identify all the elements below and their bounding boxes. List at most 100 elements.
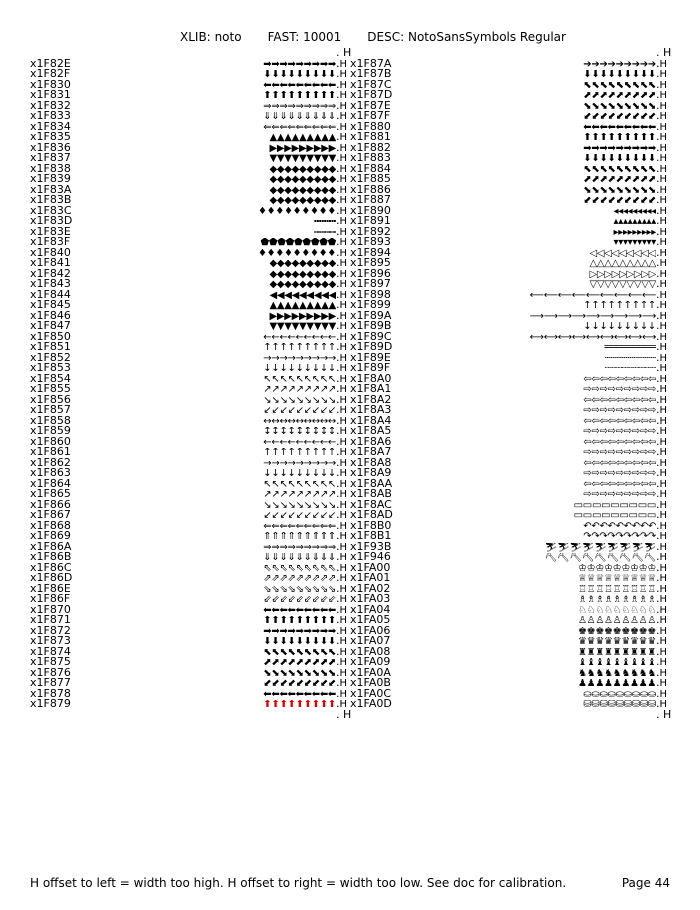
glyph-sample: ⇦⇦⇦⇦⇦⇦⇦⇦⇦: [410, 480, 656, 491]
glyph-sample: ←←←←←←←←←: [90, 333, 336, 344]
glyph-row: x1F83A◆◆◆◆◆◆◆◆◆: [30, 185, 350, 196]
glyph-sample: ⇓⇓⇓⇓⇓⇓⇓⇓⇓: [90, 112, 336, 123]
glyph-row: x1F876⬊⬊⬊⬊⬊⬊⬊⬊⬊: [30, 668, 350, 679]
glyph-sample: ⬝⬝⬝⬝⬝⬝⬝⬝⬝: [90, 217, 336, 228]
glyph-sample: ⟵⟵⟵⟵⟵⟵⟵⟵⟵: [410, 291, 656, 302]
glyph-sample: ◆◆◆◆◆◆◆◆◆: [90, 165, 336, 176]
codepoint: x1FA0D: [350, 699, 410, 710]
glyph-row: x1F8A9⇨⇨⇨⇨⇨⇨⇨⇨⇨: [350, 468, 670, 479]
glyph-sample: ⇑⇑⇑⇑⇑⇑⇑⇑⇑: [90, 532, 336, 543]
glyph-row: x1F87E⬊⬊⬊⬊⬊⬊⬊⬊⬊: [350, 101, 670, 112]
glyph-row: x1F86E⇘⇘⇘⇘⇘⇘⇘⇘⇘: [30, 584, 350, 595]
glyph-sample: ♝♝♝♝♝♝♝♝♝: [410, 658, 656, 669]
glyph-sample: →→→→→→→→→: [90, 354, 336, 365]
glyph-row: x1F83B◆◆◆◆◆◆◆◆◆: [30, 195, 350, 206]
glyph-row: x1F883⬇⬇⬇⬇⬇⬇⬇⬇⬇: [350, 153, 670, 164]
glyph-sample: ⇨⇨⇨⇨⇨⇨⇨⇨⇨: [410, 469, 656, 480]
glyph-row: x1F83E⬞⬞⬞⬞⬞⬞⬞⬞⬞: [30, 227, 350, 238]
xlib-field: XLIB: noto: [180, 30, 242, 44]
glyph-row: x1F885⬈⬈⬈⬈⬈⬈⬈⬈⬈: [350, 174, 670, 185]
glyph-sample: ↙↙↙↙↙↙↙↙↙: [90, 511, 336, 522]
glyph-sample: ▾▾▾▾▾▾▾▾▾: [410, 238, 656, 249]
glyph-sample: ⇦⇦⇦⇦⇦⇦⇦⇦⇦: [410, 396, 656, 407]
glyph-row: x1F831⬆⬆⬆⬆⬆⬆⬆⬆⬆: [30, 90, 350, 101]
glyph-sample: ▼▼▼▼▼▼▼▼▼: [90, 154, 336, 165]
xlib-value: noto: [215, 30, 242, 44]
glyph-row: x1F856↘↘↘↘↘↘↘↘↘: [30, 395, 350, 406]
glyph-sample: ♞♞♞♞♞♞♞♞♞: [410, 669, 656, 680]
glyph-sample: ⬇⬇⬇⬇⬇⬇⬇⬇⬇: [410, 154, 656, 165]
glyph-row: x1F868⇐⇐⇐⇐⇐⇐⇐⇐⇐: [30, 521, 350, 532]
glyph-sample: ↔↔↔↔↔↔↔↔↔: [90, 417, 336, 428]
glyph-sample: ▶▶▶▶▶▶▶▶▶: [90, 144, 336, 155]
glyph-sample: ⬆⬆⬆⬆⬆⬆⬆⬆⬆: [90, 91, 336, 102]
glyph-sample: ▽▽▽▽▽▽▽▽▽: [410, 280, 656, 291]
calibration-mark: . H: [656, 710, 670, 721]
glyph-row: x1F898⟵⟵⟵⟵⟵⟵⟵⟵⟵: [350, 290, 670, 301]
glyph-sample: ↖↖↖↖↖↖↖↖↖: [90, 480, 336, 491]
glyph-sample: ⇖⇖⇖⇖⇖⇖⇖⇖⇖: [90, 564, 336, 575]
glyph-row: x1F86B⇓⇓⇓⇓⇓⇓⇓⇓⇓: [30, 552, 350, 563]
glyph-sample: ⛷⛷⛷⛷⛷⛷⛷⛷⛷: [410, 543, 656, 554]
glyph-row: x1F862→→→→→→→→→: [30, 458, 350, 469]
glyph-sample: ♦♦♦♦♦♦♦♦♦: [90, 249, 336, 260]
glyph-sample: ➡➡➡➡➡➡➡➡➡: [410, 144, 656, 155]
glyph-sample: ⬅⬅⬅⬅⬅⬅⬅⬅⬅: [90, 606, 336, 617]
glyph-sample: ┈┈┈┈┈┈┈┈┈: [410, 364, 656, 375]
glyph-sample: ↑↑↑↑↑↑↑↑↑: [90, 343, 336, 354]
glyph-sample: ↓↓↓↓↓↓↓↓↓: [410, 322, 656, 333]
glyph-row: x1F884⬉⬉⬉⬉⬉⬉⬉⬉⬉: [350, 164, 670, 175]
glyph-row: x1F891▴▴▴▴▴▴▴▴▴: [350, 216, 670, 227]
glyph-sample: ⬆⬆⬆⬆⬆⬆⬆⬆⬆: [90, 616, 336, 627]
fast-field: FAST: 10001: [268, 30, 342, 44]
glyph-sample: ♛♛♛♛♛♛♛♛♛: [410, 637, 656, 648]
glyph-sample: ▼▼▼▼▼▼▼▼▼: [90, 322, 336, 333]
glyph-sample: ▷▷▷▷▷▷▷▷▷: [410, 270, 656, 281]
glyph-row: x1F863↓↓↓↓↓↓↓↓↓: [30, 468, 350, 479]
glyph-row: x1F878⬅⬅⬅⬅⬅⬅⬅⬅⬅: [30, 689, 350, 700]
glyph-sample: ⬉⬉⬉⬉⬉⬉⬉⬉⬉: [90, 648, 336, 659]
glyph-sample: ♔♔♔♔♔♔♔♔♔: [410, 564, 656, 575]
glyph-row: x1F840♦♦♦♦♦♦♦♦♦: [30, 248, 350, 259]
glyph-row: x1F864↖↖↖↖↖↖↖↖↖: [30, 479, 350, 490]
glyph-sample: ◀◀◀◀◀◀◀◀◀: [90, 291, 336, 302]
glyph-row: x1F860←←←←←←←←←: [30, 437, 350, 448]
glyph-row: x1F865↗↗↗↗↗↗↗↗↗: [30, 489, 350, 500]
glyph-row: x1FA05♙♙♙♙♙♙♙♙♙: [350, 615, 670, 626]
glyph-row: x1F845▲▲▲▲▲▲▲▲▲: [30, 300, 350, 311]
glyph-sample: ↓↓↓↓↓↓↓↓↓: [90, 364, 336, 375]
glyph-row: x1F896▷▷▷▷▷▷▷▷▷: [350, 269, 670, 280]
glyph-sample: ↗↗↗↗↗↗↗↗↗: [90, 385, 336, 396]
desc-value: NotoSansSymbols Regular: [408, 30, 566, 44]
glyph-row: x1F946⛏⛏⛏⛏⛏⛏⛏⛏⛏: [350, 552, 670, 563]
glyph-row: x1FA08♜♜♜♜♜♜♜♜♜: [350, 647, 670, 658]
glyph-row: x1F836▶▶▶▶▶▶▶▶▶: [30, 143, 350, 154]
glyph-sample: ♕♕♕♕♕♕♕♕♕: [410, 574, 656, 585]
glyph-row: x1F87C⬉⬉⬉⬉⬉⬉⬉⬉⬉: [350, 80, 670, 91]
glyph-sample: ⛏⛏⛏⛏⛏⛏⛏⛏⛏: [410, 553, 656, 564]
glyph-row: x1F846▶▶▶▶▶▶▶▶▶: [30, 311, 350, 322]
glyph-sample: ↑↑↑↑↑↑↑↑↑: [410, 301, 656, 312]
glyph-sample: ⇨⇨⇨⇨⇨⇨⇨⇨⇨: [410, 448, 656, 459]
glyph-sample: ⬅⬅⬅⬅⬅⬅⬅⬅⬅: [410, 123, 656, 134]
glyph-row: x1F843◆◆◆◆◆◆◆◆◆: [30, 279, 350, 290]
glyph-sample: ◂◂◂◂◂◂◂◂◂: [410, 207, 656, 218]
glyph-row: x1FA01♕♕♕♕♕♕♕♕♕: [350, 573, 670, 584]
glyph-sample: ➔➔➔➔➔➔➔➔➔: [410, 60, 656, 71]
glyph-row: x1F86F⇙⇙⇙⇙⇙⇙⇙⇙⇙: [30, 594, 350, 605]
desc-label: DESC:: [367, 30, 404, 44]
glyph-row: x1F881⬆⬆⬆⬆⬆⬆⬆⬆⬆: [350, 132, 670, 143]
left-column: . H x1F82E➡➡➡➡➡➡➡➡➡x1F82F⬇⬇⬇⬇⬇⬇⬇⬇⬇x1F830…: [30, 48, 350, 720]
glyph-sample: ◆◆◆◆◆◆◆◆◆: [90, 259, 336, 270]
glyph-row: x1F899↑↑↑↑↑↑↑↑↑: [350, 300, 670, 311]
glyph-sample: ♙♙♙♙♙♙♙♙♙: [410, 616, 656, 627]
glyph-row: x1F879⬆⬆⬆⬆⬆⬆⬆⬆⬆: [30, 699, 350, 710]
glyph-sample: ↓↓↓↓↓↓↓↓↓: [90, 469, 336, 480]
glyph-row: x1FA04♘♘♘♘♘♘♘♘♘: [350, 605, 670, 616]
glyph-sample: ⇐⇐⇐⇐⇐⇐⇐⇐⇐: [90, 123, 336, 134]
glyph-sample: ⇙⇙⇙⇙⇙⇙⇙⇙⇙: [90, 595, 336, 606]
glyph-row: x1F858↔↔↔↔↔↔↔↔↔: [30, 416, 350, 427]
glyph-sample: ⬉⬉⬉⬉⬉⬉⬉⬉⬉: [410, 165, 656, 176]
glyph-row: x1F854↖↖↖↖↖↖↖↖↖: [30, 374, 350, 385]
glyph-row: x1F8B1↷↷↷↷↷↷↷↷↷: [350, 531, 670, 542]
